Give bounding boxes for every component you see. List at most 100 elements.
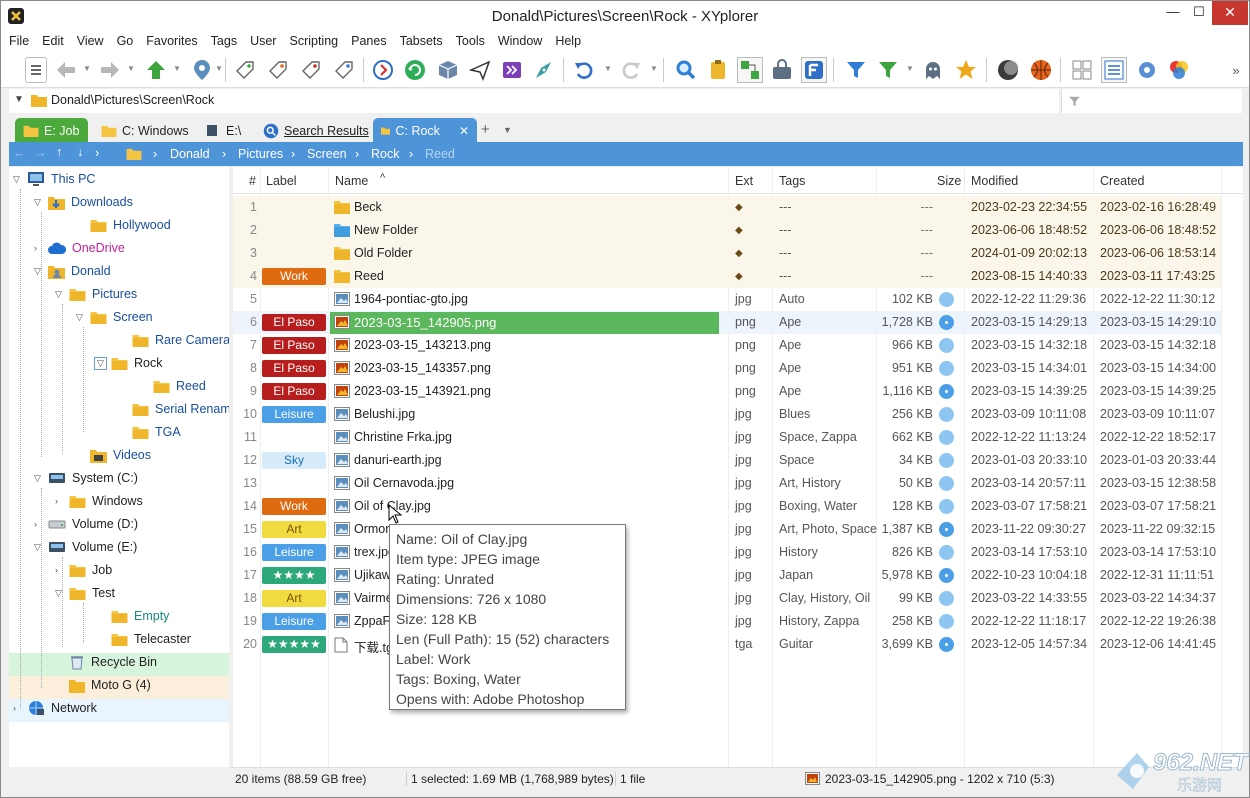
back-arrow-icon[interactable] — [53, 57, 79, 83]
tree-rock[interactable]: ▽ Rock — [94, 352, 162, 374]
go-circle-icon[interactable] — [370, 57, 396, 83]
col-number[interactable]: # — [249, 174, 256, 188]
col-label[interactable]: Label — [266, 174, 297, 188]
menu-window[interactable]: Window — [490, 32, 547, 48]
location-pin-icon[interactable] — [189, 57, 215, 83]
tree-system-c[interactable]: ▽ System (C:) — [34, 467, 138, 489]
pen-nib-icon[interactable] — [531, 57, 557, 83]
folder-row[interactable]: 1 Beck ◆ --- --- 2023-02-23 22:34:55 2023-02-1… — [233, 196, 1221, 219]
file-row[interactable]: 18 Art Vairme jpg Clay, History, Oil 99 KB 202… — [233, 587, 1221, 610]
close-button[interactable]: ✕ — [1212, 1, 1248, 25]
tree-videos[interactable]: Videos — [90, 444, 151, 466]
menu-edit[interactable]: Edit — [34, 32, 69, 48]
up-icon[interactable]: ↑ — [56, 145, 62, 159]
file-row[interactable]: 6 El Paso 2023-03-15_142905.png png Ape 1,728… — [233, 311, 1221, 334]
ghost-icon[interactable] — [920, 57, 946, 83]
maximize-button[interactable]: ☐ — [1186, 1, 1212, 25]
new-tab-icon[interactable]: + — [481, 121, 490, 138]
file-row[interactable]: 15 Art Ormor jpg Art, Photo, Space 1,387 KB 20… — [233, 518, 1221, 541]
breadcrumb-pictures[interactable]: Pictures — [238, 147, 283, 161]
location-dropdown-icon[interactable]: ▼ — [215, 64, 223, 73]
up-dropdown-icon[interactable]: ▼ — [173, 64, 181, 73]
tree-onedrive[interactable]: › OneDrive — [34, 237, 125, 259]
back-icon[interactable]: ← — [13, 146, 26, 160]
expand-chevron-icon[interactable]: › — [55, 496, 65, 506]
collapse-chevron-icon[interactable]: ▽ — [76, 312, 86, 323]
live-filter-box[interactable] — [1061, 89, 1242, 113]
collapse-chevron-icon[interactable]: ▽ — [34, 197, 44, 208]
tab-search-results[interactable]: Search Results — [255, 118, 377, 143]
collapse-chevron-icon[interactable]: ▽ — [13, 174, 23, 185]
menu-user[interactable]: User — [242, 32, 281, 48]
back-dropdown-icon[interactable]: ▼ — [83, 64, 91, 73]
filter-green-icon[interactable] — [875, 57, 901, 83]
file-row[interactable]: 19 Leisure ZppaFi jpg History, Zappa 258 KB 20… — [233, 610, 1221, 633]
tab-c-rock[interactable]: C: Rock ✕ — [373, 118, 477, 143]
tree-job[interactable]: › Job — [55, 559, 112, 581]
file-row[interactable]: 16 Leisure trex.jpg jpg History 826 KB 2023-03… — [233, 541, 1221, 564]
tree-screen[interactable]: ▽ Screen — [76, 306, 153, 328]
collapse-chevron-icon[interactable]: ▽ — [55, 289, 65, 300]
menu-file[interactable]: File — [1, 32, 34, 48]
tab-e-drive[interactable]: E:\ — [197, 118, 249, 143]
col-modified[interactable]: Modified — [971, 174, 1018, 188]
label-tag-blue-icon[interactable] — [331, 57, 357, 83]
file-row[interactable]: 13 Oil Cernavoda.jpg jpg Art, History 50 KB 2… — [233, 472, 1221, 495]
tree-downloads[interactable]: ▽ Downloads — [34, 191, 133, 213]
script-run-icon[interactable] — [499, 57, 525, 83]
file-row[interactable]: 10 Leisure Belushi.jpg jpg Blues 256 KB 2023-0… — [233, 403, 1221, 426]
col-name[interactable]: Name — [335, 174, 368, 188]
breadcrumb-reed[interactable]: Reed — [425, 147, 455, 161]
tree-volume-d[interactable]: › Volume (D:) — [34, 513, 138, 535]
tree-reed[interactable]: Reed — [153, 375, 206, 397]
tree-this-pc[interactable]: ▽ This PC — [13, 168, 95, 190]
menu-tags[interactable]: Tags — [203, 32, 242, 48]
search-icon[interactable] — [673, 57, 699, 83]
col-tags[interactable]: Tags — [779, 174, 805, 188]
collapse-chevron-icon[interactable]: ▽ — [34, 542, 44, 553]
file-row[interactable]: 12 Sky danuri-earth.jpg jpg Space 34 KB 2023-0… — [233, 449, 1221, 472]
tree-network[interactable]: › Network — [13, 697, 97, 719]
expand-chevron-icon[interactable]: › — [34, 243, 44, 253]
col-created[interactable]: Created — [1100, 174, 1144, 188]
menu-favorites[interactable]: Favorites — [138, 32, 202, 48]
details-view-icon[interactable] — [1101, 57, 1127, 83]
expand-chevron-icon[interactable]: › — [55, 565, 65, 575]
col-size[interactable]: Size — [937, 174, 961, 188]
expand-chevron-icon[interactable]: › — [13, 703, 23, 713]
address-path[interactable]: Donald\Pictures\Screen\Rock — [51, 93, 214, 107]
menu-go[interactable]: Go — [109, 32, 139, 48]
forward-dropdown-icon[interactable]: ▼ — [127, 64, 135, 73]
dual-pane-icon[interactable] — [737, 57, 763, 83]
color-filter-icon[interactable] — [1166, 57, 1192, 83]
find-files-icon[interactable] — [801, 57, 827, 83]
undo-dropdown-icon[interactable]: ▼ — [604, 64, 612, 73]
menu-tabsets[interactable]: Tabsets — [392, 32, 448, 48]
forward-icon[interactable]: → — [34, 146, 47, 160]
expand-chevron-icon[interactable]: › — [34, 519, 44, 529]
file-row[interactable]: 9 El Paso 2023-03-15_143921.png png Ape 1,116… — [233, 380, 1221, 403]
label-tag-green-icon[interactable] — [232, 57, 258, 83]
col-ext[interactable]: Ext — [735, 174, 753, 188]
menu-panes[interactable]: Panes — [343, 32, 391, 48]
folder-row[interactable]: 3 Old Folder ◆ --- --- 2024-01-09 20:02:13 202… — [233, 242, 1221, 265]
tree-donald[interactable]: ▽ Donald — [34, 260, 111, 282]
file-row[interactable]: 7 El Paso 2023-03-15_143213.png png Ape 966 K… — [233, 334, 1221, 357]
tree-volume-e[interactable]: ▽ Volume (E:) — [34, 536, 137, 558]
forward-arrow-icon[interactable] — [97, 57, 123, 83]
file-row[interactable]: 11 Christine Frka.jpg jpg Space, Zappa 662 K… — [233, 426, 1221, 449]
tree-hollywood[interactable]: Hollywood — [90, 214, 171, 236]
collapse-chevron-icon[interactable]: ▽ — [94, 356, 107, 370]
breadcrumb-donald[interactable]: Donald — [170, 147, 210, 161]
breadcrumb-screen[interactable]: Screen — [307, 147, 347, 161]
redo-icon[interactable] — [618, 57, 644, 83]
collapse-chevron-icon[interactable]: ▽ — [55, 588, 65, 599]
refresh-icon[interactable] — [402, 57, 428, 83]
basketball-icon[interactable] — [1028, 57, 1054, 83]
filter-dropdown-icon[interactable]: ▼ — [906, 64, 914, 73]
tab-list-dropdown-icon[interactable]: ▼ — [503, 125, 512, 135]
drive-lock-icon[interactable] — [769, 57, 795, 83]
dark-mode-icon[interactable] — [995, 57, 1021, 83]
tree-rare-cameras[interactable]: Rare Cameras — [132, 329, 229, 351]
label-tag-red-icon[interactable] — [298, 57, 324, 83]
